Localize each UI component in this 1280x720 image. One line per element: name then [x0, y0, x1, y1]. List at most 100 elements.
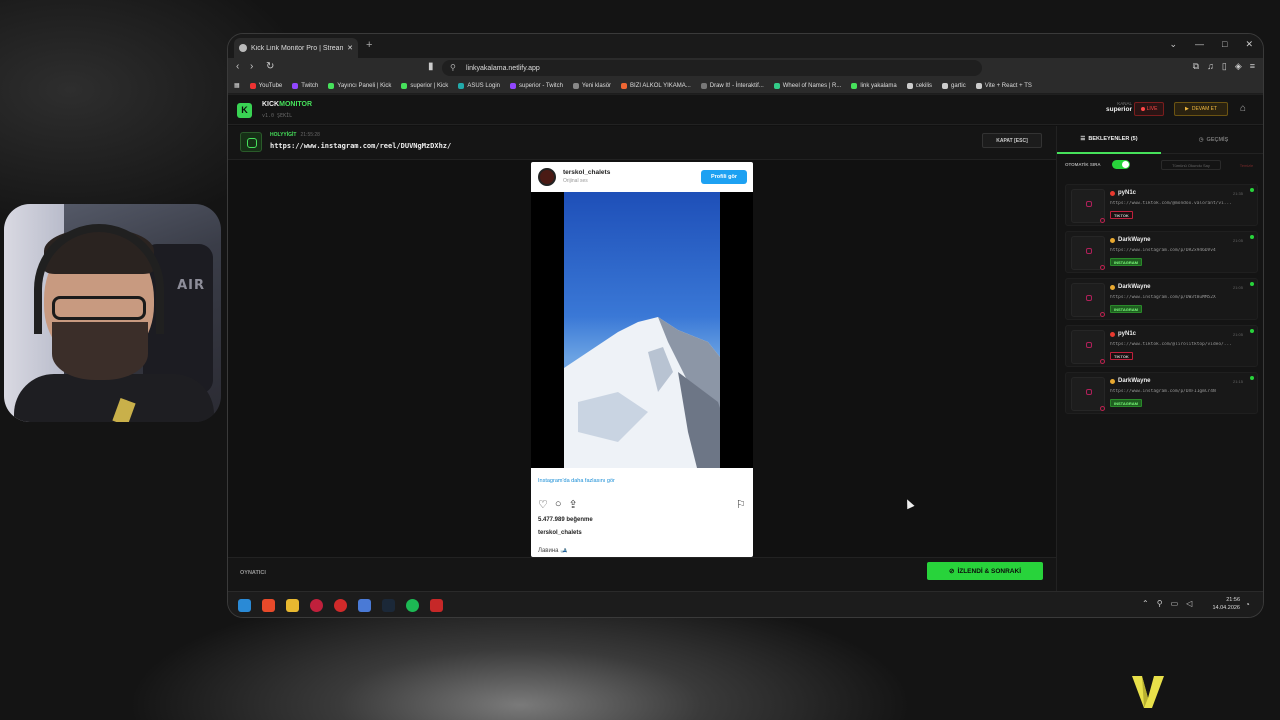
reel-video[interactable] [531, 192, 753, 468]
minimize-icon[interactable]: — [1195, 39, 1204, 50]
bookmark-gartic[interactable]: gartic [942, 82, 966, 89]
save-icon[interactable]: ⚐ [736, 498, 746, 511]
queue-thumbnail [1071, 189, 1105, 223]
wallet-icon[interactable]: ◈ [1235, 61, 1242, 72]
network-icon[interactable]: ▭ [1171, 599, 1179, 608]
auto-queue-label: OTOMATİK SIRA [1065, 162, 1101, 167]
embed-audio[interactable]: Orijinal ses [563, 178, 588, 184]
tab-history[interactable]: ◷ GEÇMİŞ [1161, 126, 1263, 154]
caption-username[interactable]: terskol_chalets [538, 530, 582, 536]
bookmark-youtube[interactable]: YouTube [249, 82, 282, 89]
notification-bell-icon[interactable]: ◔ [1245, 600, 1250, 609]
address-bar[interactable]: ⚲ linkyakalama.netlify.app [442, 60, 982, 76]
site-info-icon[interactable]: ⚲ [450, 63, 456, 72]
app-icon-obs[interactable] [430, 599, 443, 612]
taskbar-clock[interactable]: 21:56 14.04.2026 [1206, 596, 1240, 612]
app-icon-circle[interactable] [334, 599, 347, 612]
clear-all-button[interactable]: Temizle [1235, 160, 1258, 170]
embed-username[interactable]: terskol_chalets [563, 169, 610, 176]
platform-badge: INSTAGRAM [1110, 399, 1142, 407]
resume-button[interactable]: ▶ DEVAM ET [1174, 102, 1228, 116]
volume-icon[interactable]: ◁ [1186, 599, 1192, 608]
bookmark-wheel[interactable]: Wheel of Names | R... [773, 82, 841, 89]
comment-icon[interactable]: ○ [555, 498, 562, 511]
forward-icon[interactable]: › [250, 61, 253, 72]
tab-search-icon[interactable]: ⌄ [1169, 39, 1177, 50]
current-link-url[interactable]: https://www.instagram.com/reel/DUVNgMzDX… [270, 142, 451, 150]
view-profile-button[interactable]: Profili gör [701, 170, 747, 184]
file-explorer-icon[interactable] [286, 599, 299, 612]
bookmark-link-yakalama[interactable]: link yakalama [851, 82, 897, 89]
auto-queue-toggle[interactable] [1112, 160, 1130, 169]
apps-icon[interactable]: ▦ [234, 82, 240, 89]
queue-user-name: pyN1c [1118, 190, 1137, 196]
platform-dot-icon [1100, 359, 1105, 364]
bookmark-drawit[interactable]: Draw It! - İnteraktif... [700, 82, 764, 89]
bookmark-superior-twitch[interactable]: superior - Twitch [510, 82, 563, 89]
share-icon[interactable]: ⇪ [569, 498, 578, 511]
extension-icon[interactable]: ⧉ [1193, 61, 1199, 72]
channel-name: superior [1105, 106, 1132, 113]
tab-close-icon[interactable]: ✕ [347, 44, 353, 52]
watched-next-button[interactable]: ⊘ İZLENDİ & SONRAKİ [927, 562, 1043, 580]
bookmark-folder[interactable]: Yeni klasör [572, 82, 611, 89]
tray-chevron-icon[interactable]: ⌃ [1142, 599, 1149, 608]
app-icon-red[interactable] [310, 599, 323, 612]
queue-time: 21:05 [1232, 285, 1243, 290]
back-icon[interactable]: ‹ [236, 61, 239, 72]
live-button[interactable]: LIVE [1134, 102, 1164, 116]
new-tab-icon[interactable]: + [366, 39, 372, 51]
caption-text: Лавина 🎿 [538, 548, 568, 554]
bookmark-twitch[interactable]: Twitch [292, 82, 318, 89]
nav-bar: ‹ › ↻ ▮ ⚲ linkyakalama.netlify.app ⧉ ♫ ▯… [228, 58, 1263, 78]
media-icon[interactable]: ♫ [1207, 61, 1214, 72]
brave-icon[interactable] [262, 599, 275, 612]
queue-item[interactable]: pyN1c 21:35 https://www.tiktok.com/@mond… [1065, 184, 1258, 226]
link-submitter: HOLYYİGİT 21:55:28 [270, 132, 320, 138]
notification-icon[interactable]: ⌂ [1240, 103, 1246, 114]
queue-item[interactable]: DarkWayne 21:15 https://www.instagram.co… [1065, 372, 1258, 414]
app-logo: K [237, 103, 252, 118]
user-status-dot [1110, 331, 1115, 337]
mic-icon[interactable]: ⚲ [1157, 599, 1163, 608]
steam-icon[interactable] [382, 599, 395, 612]
queue-item[interactable]: DarkWayne 21:05 https://www.instagram.co… [1065, 231, 1258, 273]
maximize-icon[interactable]: □ [1222, 39, 1227, 50]
taskbar: ⌃ ⚲ ▭ ◁ 21:56 14.04.2026 ◔ [228, 591, 1263, 617]
platform-badge: INSTAGRAM [1110, 305, 1142, 313]
mark-all-read-button[interactable]: Tümünü Okundu Say [1161, 160, 1221, 170]
queue-url: https://www.instagram.com/p/DW3t8uMM52X [1110, 295, 1216, 300]
bookmark-vite[interactable]: Vite + React + TS [975, 82, 1032, 89]
like-icon[interactable]: ♡ [538, 498, 548, 511]
queue-item[interactable]: DarkWayne 21:05 https://www.instagram.co… [1065, 278, 1258, 320]
online-dot [1250, 235, 1254, 239]
tab-waiting[interactable]: ☰ BEKLEYENLER (5) [1057, 126, 1161, 154]
bookmarks-bar: ▦ YouTube Twitch Yayıncı Paneli | Kick s… [228, 78, 1263, 94]
chair-brand: AIR [177, 278, 205, 293]
auto-queue-row: OTOMATİK SIRA Tümünü Okundu Say Temizle [1065, 160, 1258, 172]
queue-user: DarkWayne [1110, 284, 1150, 290]
close-button[interactable]: KAPAT [ESC] [982, 133, 1042, 148]
bookmark-alkol[interactable]: BIZI ALKOL YIKAMA... [621, 82, 691, 89]
avatar[interactable] [538, 168, 556, 186]
view-more-link[interactable]: Instagram'da daha fazlasını gör [538, 478, 615, 484]
instagram-icon [1086, 295, 1092, 301]
bookmark-asus[interactable]: ASUS Login [458, 82, 500, 89]
tab-favicon-icon [239, 44, 247, 52]
app-icon-blue[interactable] [358, 599, 371, 612]
close-window-icon[interactable]: ✕ [1245, 39, 1253, 50]
sidebar-icon[interactable]: ▯ [1222, 61, 1227, 72]
browser-tab[interactable]: Kick Link Monitor Pro | Stream ✕ [234, 38, 358, 58]
bookmark-kick-panel[interactable]: Yayıncı Paneli | Kick [328, 82, 391, 89]
bookmark-superior-kick[interactable]: superior | Kick [401, 82, 448, 89]
current-link-bar: HOLYYİGİT 21:55:28 https://www.instagram.… [228, 126, 1056, 160]
menu-icon[interactable]: ≡ [1250, 61, 1255, 72]
queue-item[interactable]: pyN1c 21:05 https://www.tiktok.com/@liro… [1065, 325, 1258, 367]
queue-tabs: ☰ BEKLEYENLER (5) ◷ GEÇMİŞ [1057, 126, 1263, 154]
bookmark-cekilis[interactable]: cekilis [906, 82, 932, 89]
tab-bar: Kick Link Monitor Pro | Stream ✕ + ⌄ — □… [228, 34, 1263, 58]
spotify-icon[interactable] [406, 599, 419, 612]
bookmark-page-icon[interactable]: ▮ [428, 61, 434, 72]
reload-icon[interactable]: ↻ [266, 61, 274, 72]
start-icon[interactable] [238, 599, 251, 612]
